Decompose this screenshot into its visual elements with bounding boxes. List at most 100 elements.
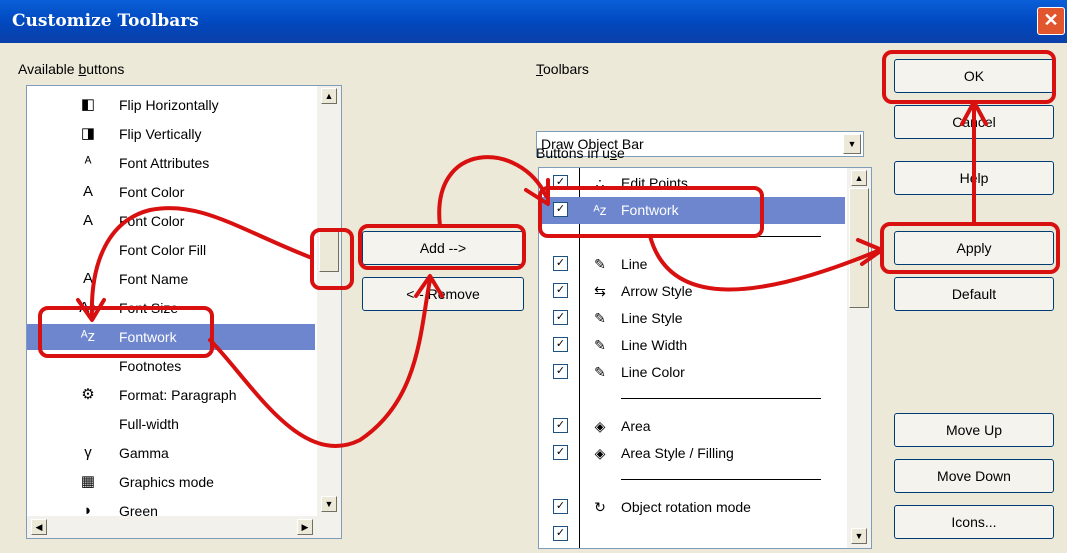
- available-horizontal-scrollbar[interactable]: ◀ ▶: [27, 516, 341, 538]
- checkbox[interactable]: ✓: [553, 526, 568, 541]
- available-list-item-label: Font Size: [119, 300, 179, 316]
- chevron-down-icon[interactable]: ▼: [843, 134, 861, 154]
- buttons-in-use-label: Buttons in use: [536, 145, 625, 161]
- available-list-item-label: Format: Paragraph: [119, 387, 237, 403]
- buttons-in-use-list[interactable]: ✓ ∴ Edit Points ✓ ᴬᴢ Fontwork ✓ ✎ Line ✓ ⇆ Arrow St…: [538, 167, 872, 549]
- available-list-item[interactable]: ◨ Flip Vertically: [27, 121, 315, 147]
- checkbox[interactable]: ✓: [553, 310, 568, 325]
- close-button[interactable]: ✕: [1037, 7, 1065, 35]
- help-button[interactable]: Help: [894, 161, 1054, 195]
- edit-points-icon: ∴: [595, 175, 605, 191]
- scroll-up-button[interactable]: ▲: [321, 88, 337, 104]
- checkbox[interactable]: ✓: [553, 175, 568, 190]
- in-use-vertical-scrollbar[interactable]: ▲ ▼: [847, 168, 871, 548]
- line-icon: ✎: [594, 256, 606, 272]
- dialog-body: Available buttons ◧ Flip Horizontally ◨ Fli…: [0, 43, 1067, 553]
- available-list-item-label: Font Name: [119, 271, 189, 287]
- available-list-item-label: Flip Horizontally: [119, 97, 219, 113]
- default-button[interactable]: Default: [894, 277, 1054, 311]
- toolbars-label: Toolbars: [536, 61, 589, 77]
- available-vertical-scrollbar[interactable]: ▲ ▼: [317, 86, 341, 516]
- move-up-button[interactable]: Move Up: [894, 413, 1054, 447]
- checkbox[interactable]: ✓: [553, 445, 568, 460]
- in-use-list-item-label: Line: [621, 256, 648, 272]
- in-use-list-item[interactable]: ✓ ✎ Line: [539, 251, 845, 278]
- gamma-icon: γ: [84, 444, 92, 461]
- checkbox[interactable]: ✓: [553, 364, 568, 379]
- in-use-list-item-label: Line Color: [621, 364, 685, 380]
- checkbox[interactable]: ✓: [553, 202, 568, 217]
- available-list-item[interactable]: ▦ Graphics mode: [27, 469, 315, 495]
- separator: [621, 479, 821, 480]
- in-use-list-item[interactable]: ✓ ∴ Edit Points: [539, 170, 845, 197]
- scroll-down-button[interactable]: ▼: [851, 528, 867, 544]
- window-title: Customize Toolbars: [12, 11, 199, 31]
- area-style-icon: ◈: [594, 445, 606, 461]
- checkbox[interactable]: ✓: [553, 418, 568, 433]
- in-use-list-item[interactable]: ✓: [539, 521, 845, 548]
- cancel-button[interactable]: Cancel: [894, 105, 1054, 139]
- checkbox[interactable]: ✓: [553, 283, 568, 298]
- line-style-icon: ✎: [594, 310, 606, 326]
- available-list-item[interactable]: A Font Color: [27, 179, 315, 205]
- in-use-list-item-label: Object rotation mode: [621, 499, 751, 515]
- in-use-list-item[interactable]: ✓ ✎ Line Color: [539, 359, 845, 386]
- fontwork-icon: ᴬᴢ: [80, 328, 96, 345]
- available-list-item[interactable]: Footnotes: [27, 353, 315, 379]
- move-down-button[interactable]: Move Down: [894, 459, 1054, 493]
- available-list-item[interactable]: A Font Color: [27, 208, 315, 234]
- in-use-list-item-label: Fontwork: [621, 202, 679, 218]
- available-list-item[interactable]: ◧ Flip Horizontally: [27, 92, 315, 118]
- line-color-icon: ✎: [594, 364, 606, 380]
- checkbox[interactable]: ✓: [553, 337, 568, 352]
- scroll-down-button[interactable]: ▼: [321, 496, 337, 512]
- checkbox[interactable]: ✓: [553, 499, 568, 514]
- rotation-icon: ↻: [594, 499, 606, 515]
- scroll-left-button[interactable]: ◀: [31, 519, 47, 535]
- scroll-thumb[interactable]: [849, 188, 869, 308]
- font-color-icon: A: [82, 183, 93, 200]
- scroll-thumb[interactable]: [319, 230, 339, 272]
- scroll-up-button[interactable]: ▲: [851, 170, 867, 186]
- available-list-item-label: Flip Vertically: [119, 126, 202, 142]
- in-use-list-item[interactable]: ✓ ◈ Area: [539, 413, 845, 440]
- font-size-icon: A↕: [79, 299, 97, 316]
- available-list-item[interactable]: Font Color Fill: [27, 237, 315, 263]
- available-list-item[interactable]: ᴬ Font Attributes: [27, 150, 315, 176]
- remove-button[interactable]: <-- Remove: [362, 277, 524, 311]
- available-list-item[interactable]: Full-width: [27, 411, 315, 437]
- available-list-item-label: Font Color Fill: [119, 242, 207, 258]
- available-buttons-list[interactable]: ◧ Flip Horizontally ◨ Flip Vertically ᴬ Font …: [26, 85, 342, 539]
- available-buttons-label: Available buttons: [18, 61, 125, 77]
- separator: [621, 236, 821, 237]
- in-use-list-item[interactable]: ✓ ◈ Area Style / Filling: [539, 440, 845, 467]
- available-list-item-label: Full-width: [119, 416, 179, 432]
- in-use-list-item[interactable]: ✓ ᴬᴢ Fontwork: [539, 197, 845, 224]
- graphics-mode-icon: ▦: [80, 473, 96, 490]
- available-list-item[interactable]: A↕ Font Size: [27, 295, 315, 321]
- available-list-item[interactable]: ⚙ Format: Paragraph: [27, 382, 315, 408]
- ok-button[interactable]: OK: [894, 59, 1054, 93]
- in-use-list-item-label: Line Width: [621, 337, 688, 353]
- available-list-item-label: Font Color: [119, 184, 185, 200]
- separator: [621, 398, 821, 399]
- in-use-list-item-label: Line Style: [621, 310, 683, 326]
- in-use-list-item[interactable]: ✓ ↻ Object rotation mode: [539, 494, 845, 521]
- available-list-item[interactable]: A Font Name: [27, 266, 315, 292]
- add-button[interactable]: Add -->: [362, 231, 524, 265]
- fontwork-icon: ᴬᴢ: [593, 202, 607, 218]
- flip-horizontal-icon: ◧: [80, 96, 96, 113]
- available-list-item-label: Font Attributes: [119, 155, 210, 171]
- in-use-list-item[interactable]: ✓ ✎ Line Style: [539, 305, 845, 332]
- in-use-list-item[interactable]: ✓ ⇆ Arrow Style: [539, 278, 845, 305]
- checkbox[interactable]: ✓: [553, 256, 568, 271]
- available-list-item[interactable]: γ Gamma: [27, 440, 315, 466]
- in-use-list-item-label: Arrow Style: [621, 283, 693, 299]
- in-use-list-item[interactable]: ✓ ✎ Line Width: [539, 332, 845, 359]
- scroll-right-button[interactable]: ▶: [297, 519, 313, 535]
- available-list-item[interactable]: ᴬᴢ Fontwork: [27, 324, 315, 350]
- in-use-list-item-label: Edit Points: [621, 175, 688, 191]
- icons-button[interactable]: Icons...: [894, 505, 1054, 539]
- apply-button[interactable]: Apply: [894, 231, 1054, 265]
- title-bar: Customize Toolbars ✕: [0, 0, 1067, 43]
